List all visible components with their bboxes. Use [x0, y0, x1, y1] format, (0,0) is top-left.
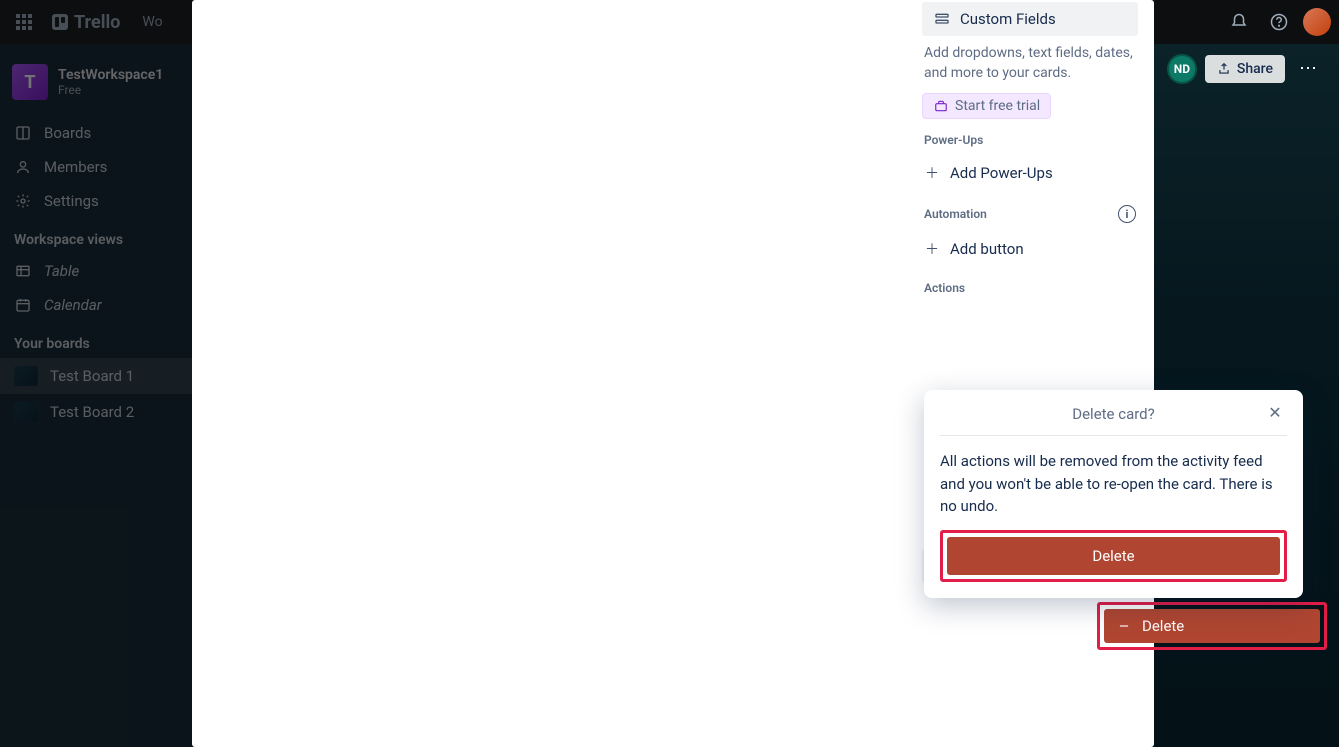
board-share-label: Share	[1237, 61, 1273, 77]
powerups-heading: Power-Ups	[924, 133, 1136, 147]
plus-icon: ＋	[924, 163, 940, 183]
help-icon[interactable]	[1263, 6, 1295, 38]
add-automation-button[interactable]: ＋ Add button	[922, 231, 1138, 267]
add-powerups-button[interactable]: ＋ Add Power-Ups	[922, 155, 1138, 191]
custom-fields-button[interactable]: Custom Fields	[922, 2, 1138, 36]
board-share-button[interactable]: Share	[1205, 55, 1285, 83]
delete-confirm-popover: Delete card? ✕ All actions will be remov…	[924, 390, 1303, 598]
close-icon[interactable]: ✕	[1263, 400, 1287, 424]
board-member-avatar[interactable]: ND	[1167, 54, 1197, 84]
briefcase-icon	[933, 99, 949, 113]
popover-title: Delete card?	[1072, 405, 1155, 423]
start-trial-label: Start free trial	[955, 98, 1040, 114]
minus-icon	[1116, 619, 1132, 633]
delete-button-highlight: Delete	[1097, 602, 1327, 650]
card-detail-modal: Custom Fields Add dropdowns, text fields…	[192, 0, 1154, 747]
add-powerups-label: Add Power-Ups	[950, 164, 1053, 182]
custom-fields-description: Add dropdowns, text fields, dates, and m…	[924, 44, 1136, 83]
custom-fields-icon	[934, 11, 950, 27]
board-menu-icon[interactable]: ⋯	[1293, 52, 1323, 85]
notifications-icon[interactable]	[1223, 6, 1255, 38]
popover-body: All actions will be removed from the act…	[940, 436, 1287, 530]
user-avatar[interactable]	[1303, 8, 1331, 36]
start-free-trial-button[interactable]: Start free trial	[922, 93, 1051, 119]
plus-icon: ＋	[924, 239, 940, 259]
confirm-delete-highlight: Delete	[940, 530, 1287, 582]
actions-heading: Actions	[924, 281, 1136, 295]
delete-button-label: Delete	[1142, 617, 1184, 635]
custom-fields-label: Custom Fields	[960, 10, 1056, 28]
automation-heading: Automation	[924, 207, 987, 221]
confirm-delete-button[interactable]: Delete	[947, 537, 1280, 575]
add-button-label: Add button	[950, 240, 1024, 258]
automation-heading-row: Automation i	[924, 205, 1136, 223]
delete-card-button[interactable]: Delete	[1104, 609, 1320, 643]
info-icon[interactable]: i	[1118, 205, 1136, 223]
